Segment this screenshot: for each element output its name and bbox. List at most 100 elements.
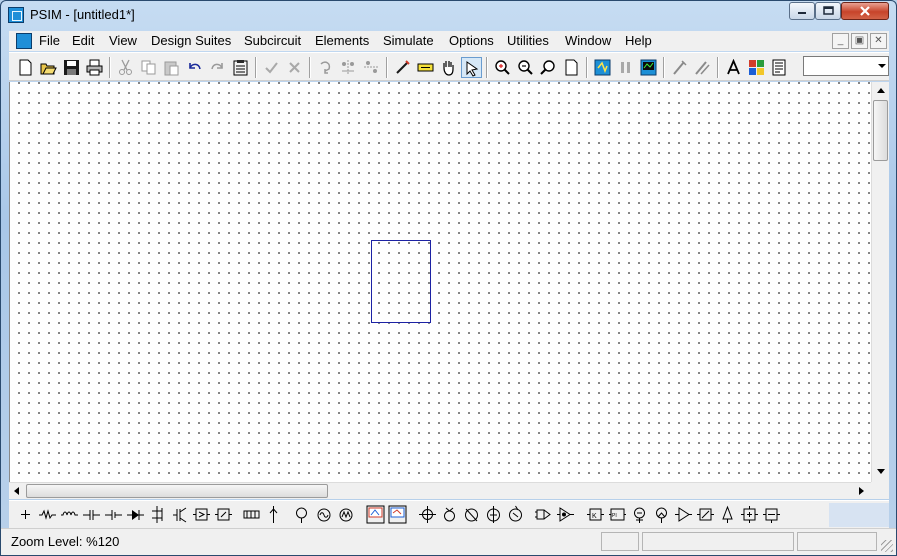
mdi-close-button[interactable]: ✕ — [870, 33, 887, 49]
voltage-probe-button[interactable] — [417, 504, 438, 525]
netlist-button[interactable] — [769, 57, 790, 78]
check-button[interactable] — [261, 57, 282, 78]
scroll-down-icon[interactable] — [877, 469, 885, 474]
undo-icon — [189, 63, 201, 70]
cancel-button[interactable] — [284, 57, 305, 78]
minimize-button[interactable] — [789, 2, 815, 20]
ac-source-button[interactable] — [313, 504, 334, 525]
menu-edit[interactable]: Edit — [72, 33, 94, 48]
ac-voltage-source-button[interactable] — [483, 504, 504, 525]
pid-controller-button[interactable]: PI — [607, 504, 628, 525]
run-simulation-button[interactable] — [592, 57, 613, 78]
coupled-inductor-button[interactable] — [263, 504, 284, 525]
probe-button[interactable] — [669, 57, 690, 78]
vertical-scrollbar[interactable] — [871, 82, 889, 482]
voltmeter-button[interactable] — [365, 504, 386, 525]
document-icon[interactable] — [16, 33, 32, 49]
mdi-minimize-button[interactable]: _ — [832, 33, 849, 49]
undo-button[interactable] — [184, 57, 205, 78]
zoom-in-button[interactable] — [492, 57, 513, 78]
voltage-source-button[interactable] — [291, 504, 312, 525]
paste-button[interactable] — [161, 57, 182, 78]
dc-voltage-source-button[interactable] — [461, 504, 482, 525]
fit-page-button[interactable] — [561, 57, 582, 78]
new-button[interactable] — [15, 57, 36, 78]
op-amp-button[interactable] — [555, 504, 576, 525]
close-button[interactable] — [841, 2, 889, 20]
menu-options[interactable]: Options — [449, 33, 494, 48]
menu-elements[interactable]: Elements — [315, 33, 369, 48]
wattmeter-button[interactable] — [505, 504, 526, 525]
toolbar-combo[interactable] — [803, 56, 889, 76]
menu-window[interactable]: Window — [565, 33, 611, 48]
transformer-button[interactable] — [241, 504, 262, 525]
electrolytic-cap-button[interactable] — [103, 504, 124, 525]
adder-button[interactable] — [673, 504, 694, 525]
switch-button[interactable] — [213, 504, 234, 525]
menu-help[interactable]: Help — [625, 33, 652, 48]
ac-sweep-button[interactable] — [629, 504, 650, 525]
print-button[interactable] — [84, 57, 105, 78]
maximize-button[interactable] — [815, 2, 841, 20]
transfer-function-button[interactable] — [761, 504, 782, 525]
save-button[interactable] — [61, 57, 82, 78]
mosfet-button[interactable] — [191, 504, 212, 525]
label-button[interactable] — [415, 57, 436, 78]
comparator-button[interactable] — [533, 504, 554, 525]
inductor-button[interactable] — [59, 504, 80, 525]
flip-ud-button[interactable] — [361, 57, 382, 78]
sensor-button[interactable] — [651, 504, 672, 525]
current-probe-button[interactable] — [439, 504, 460, 525]
title-bar[interactable]: PSIM - [untitled1*] — [1, 1, 896, 29]
scroll-right-icon[interactable] — [859, 487, 864, 495]
pi-controller-button[interactable]: K — [585, 504, 606, 525]
menu-subcircuit[interactable]: Subcircuit — [244, 33, 301, 48]
select-button[interactable] — [461, 57, 482, 78]
redo-button[interactable] — [207, 57, 228, 78]
selection-rectangle[interactable] — [371, 240, 431, 323]
current-source-button[interactable] — [335, 504, 356, 525]
probe-multi-button[interactable] — [692, 57, 713, 78]
wire-button[interactable] — [392, 57, 413, 78]
copy-button[interactable] — [138, 57, 159, 78]
horizontal-scroll-thumb[interactable] — [26, 484, 328, 498]
schematic-canvas[interactable] — [9, 82, 871, 482]
element-list-button[interactable] — [746, 57, 767, 78]
menu-design-suites[interactable]: Design Suites — [151, 33, 231, 48]
vertical-scroll-thumb[interactable] — [873, 100, 888, 161]
open-button[interactable] — [38, 57, 59, 78]
pause-button[interactable] — [615, 57, 636, 78]
diode-button[interactable] — [125, 504, 146, 525]
menu-simulate[interactable]: Simulate — [383, 33, 434, 48]
capacitor-button[interactable] — [81, 504, 102, 525]
scroll-up-icon[interactable] — [877, 88, 885, 93]
scroll-left-icon[interactable] — [14, 487, 19, 495]
menu-utilities[interactable]: Utilities — [507, 33, 549, 48]
menu-file[interactable]: File — [39, 33, 60, 48]
psim-app-icon[interactable] — [8, 7, 24, 23]
clipboard-button[interactable] — [230, 57, 251, 78]
ground-button[interactable] — [15, 504, 36, 525]
toolbar-separator — [663, 57, 665, 78]
flip-lr-button[interactable] — [338, 57, 359, 78]
gain-button[interactable] — [739, 504, 760, 525]
thyristor-button[interactable] — [147, 504, 168, 525]
text-button[interactable] — [723, 57, 744, 78]
igbt-button[interactable] — [169, 504, 190, 525]
limiter-button[interactable] — [717, 504, 738, 525]
horizontal-scrollbar[interactable] — [9, 482, 871, 499]
summer-button[interactable] — [695, 504, 716, 525]
rotate-button[interactable] — [315, 57, 336, 78]
pan-button[interactable] — [438, 57, 459, 78]
resize-grip-icon[interactable] — [881, 540, 893, 552]
zoom-select-button[interactable] — [538, 57, 559, 78]
resistor-button[interactable] — [37, 504, 58, 525]
zoom-out-button[interactable] — [515, 57, 536, 78]
clipboard-icon — [233, 60, 248, 76]
mdi-restore-button[interactable]: ▣ — [851, 33, 868, 49]
menu-view[interactable]: View — [109, 33, 137, 48]
simview-button[interactable] — [638, 57, 659, 78]
ammeter-button[interactable] — [387, 504, 408, 525]
cut-button[interactable] — [115, 57, 136, 78]
status-bar: Zoom Level: %120 — [1, 528, 896, 555]
